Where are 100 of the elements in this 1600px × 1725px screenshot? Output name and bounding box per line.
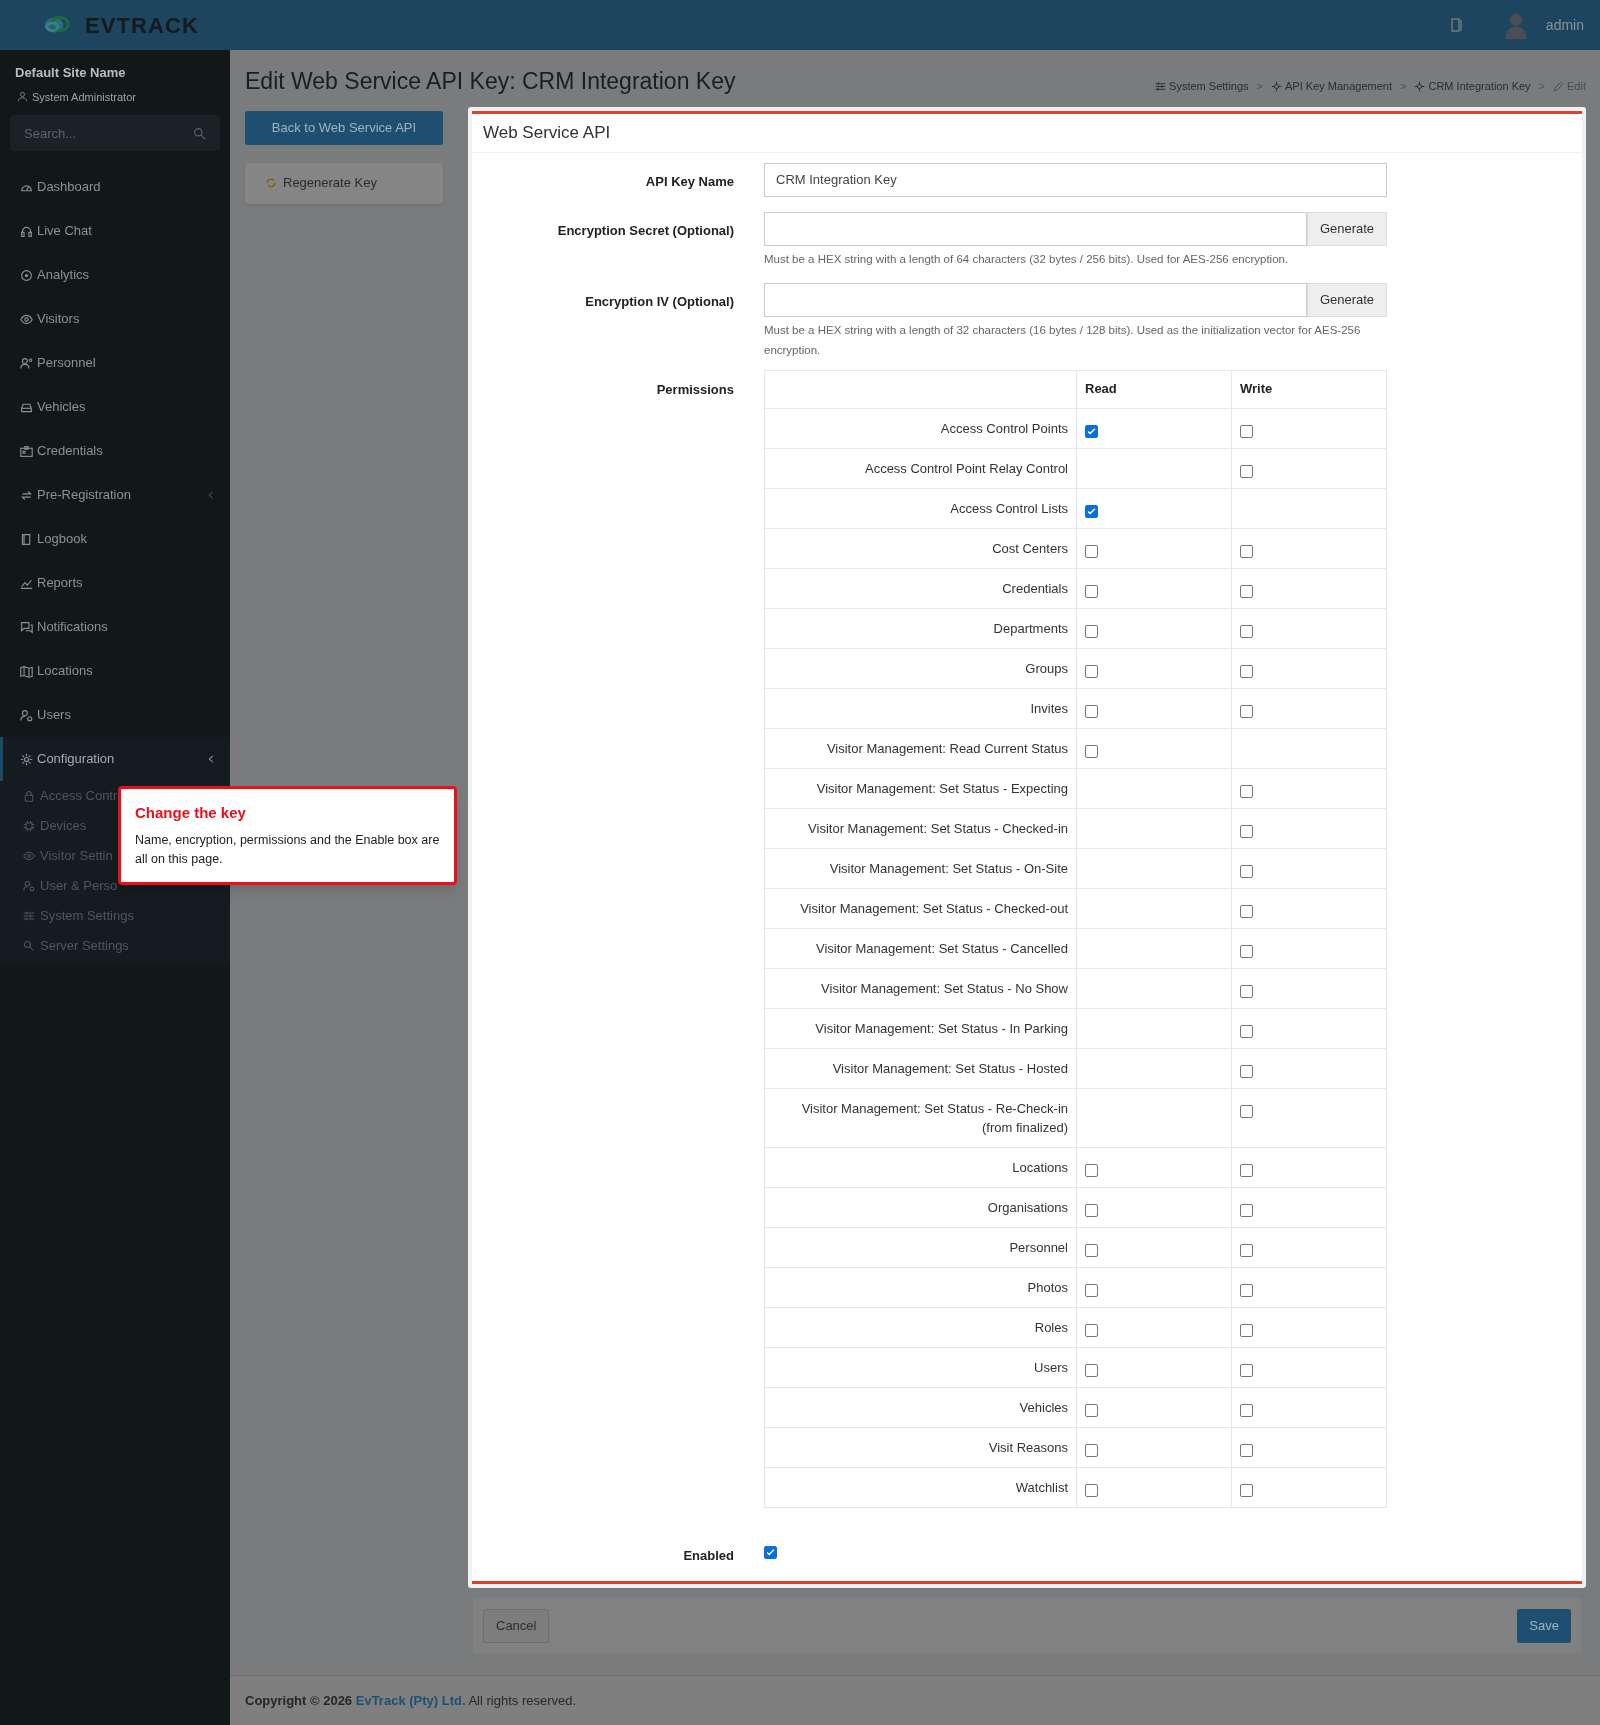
- nav-item[interactable]: Vehicles: [0, 385, 230, 429]
- map-icon: [20, 664, 33, 678]
- field-label: Encryption Secret (Optional): [556, 221, 734, 240]
- checkbox[interactable]: [1085, 1243, 1098, 1257]
- checkbox[interactable]: [1240, 1203, 1253, 1217]
- permission-name: Departments: [764, 608, 1077, 648]
- checkbox[interactable]: [1085, 624, 1098, 638]
- input-field[interactable]: [764, 211, 1307, 246]
- nav-item[interactable]: Personnel: [0, 341, 230, 385]
- back-button[interactable]: Back to Web Service API: [245, 110, 443, 145]
- checkbox[interactable]: [1240, 1163, 1253, 1177]
- nav-item[interactable]: Pre-Registration: [0, 473, 230, 517]
- generate-button[interactable]: Generate: [1307, 211, 1387, 246]
- checkbox[interactable]: [1240, 944, 1253, 958]
- copyright-text: Copyright © 2026 EvTrack (Pty) Ltd. All rights reserved.: [245, 1691, 577, 1710]
- chat-icon: [20, 620, 33, 634]
- permission-name: Access Control Lists: [764, 488, 1077, 528]
- checkbox[interactable]: [1240, 1403, 1253, 1417]
- checkbox[interactable]: [1085, 1163, 1098, 1177]
- nav-item[interactable]: Configuration: [0, 737, 230, 781]
- user-icon: [17, 91, 28, 103]
- user-role: System Administrator: [32, 89, 136, 105]
- checkbox[interactable]: [1240, 1283, 1253, 1297]
- input-field[interactable]: [764, 282, 1307, 317]
- nav-item[interactable]: Visitors: [0, 297, 230, 341]
- nav-item[interactable]: Dashboard: [0, 165, 230, 209]
- checkbox[interactable]: [1240, 424, 1253, 438]
- checkbox[interactable]: [1085, 424, 1098, 438]
- eye-icon: [23, 850, 35, 862]
- breadcrumb-link[interactable]: API Key Management: [1271, 78, 1393, 95]
- regenerate-key-button[interactable]: Regenerate Key: [245, 162, 443, 204]
- breadcrumb-link[interactable]: System Settings: [1155, 78, 1249, 95]
- permission-name: Visitor Management: Set Status - Expecting: [764, 768, 1077, 808]
- checkbox[interactable]: [1085, 1283, 1098, 1297]
- breadcrumb-separator: >: [1400, 79, 1407, 94]
- permission-name: Roles: [764, 1307, 1077, 1347]
- checkbox[interactable]: [1240, 1024, 1253, 1038]
- permission-name: Vehicles: [764, 1387, 1077, 1427]
- breadcrumb-link[interactable]: CRM Integration Key: [1414, 78, 1531, 95]
- permission-name: Watchlist: [764, 1467, 1077, 1507]
- checkbox[interactable]: [1085, 1483, 1098, 1497]
- checkbox[interactable]: [1240, 1104, 1253, 1118]
- checkbox[interactable]: [1085, 584, 1098, 598]
- field-label: Encryption IV (Optional): [584, 292, 734, 311]
- save-button[interactable]: Save: [1517, 1608, 1571, 1643]
- nav-item[interactable]: Live Chat: [0, 209, 230, 253]
- breadcrumb-separator: >: [1256, 79, 1264, 94]
- checkbox[interactable]: [1240, 704, 1253, 718]
- checkbox[interactable]: [1240, 664, 1253, 678]
- permission-name: Visit Reasons: [764, 1427, 1077, 1467]
- column-header: Read: [1076, 370, 1232, 408]
- nav-item[interactable]: Users: [0, 693, 230, 737]
- cancel-button[interactable]: Cancel: [483, 1608, 550, 1643]
- checkbox[interactable]: [1240, 1443, 1253, 1457]
- checkbox[interactable]: [1240, 1323, 1253, 1337]
- crosshair-icon: [1414, 80, 1426, 92]
- checkbox[interactable]: [1240, 824, 1253, 838]
- search-field[interactable]: Search...: [10, 115, 220, 151]
- checkbox[interactable]: [1240, 984, 1253, 998]
- headset-icon: [20, 224, 33, 238]
- checkbox[interactable]: [1240, 1363, 1253, 1377]
- checkbox[interactable]: [1085, 704, 1098, 718]
- nav-item[interactable]: Credentials: [0, 429, 230, 473]
- nav-item[interactable]: Notifications: [0, 605, 230, 649]
- checkbox[interactable]: [1085, 664, 1098, 678]
- checkbox[interactable]: [1085, 1323, 1098, 1337]
- checkbox[interactable]: [1240, 904, 1253, 918]
- permission-name: Visitor Management: Set Status - Cancelled: [764, 928, 1077, 968]
- checkbox[interactable]: [1240, 584, 1253, 598]
- checkbox[interactable]: [1240, 864, 1253, 878]
- checkbox[interactable]: [1085, 1443, 1098, 1457]
- checkbox[interactable]: [1240, 1064, 1253, 1078]
- checkbox[interactable]: [764, 1545, 777, 1559]
- checkbox[interactable]: [1240, 784, 1253, 798]
- nav-item[interactable]: Reports: [0, 561, 230, 605]
- input-field[interactable]: CRM Integration Key: [764, 162, 1387, 197]
- user-name[interactable]: admin: [1545, 14, 1584, 36]
- checkbox[interactable]: [1085, 1403, 1098, 1417]
- search-icon: [193, 127, 206, 140]
- site-name: Default Site Name: [14, 64, 127, 82]
- generate-button[interactable]: Generate: [1307, 282, 1387, 317]
- checkbox[interactable]: [1085, 1363, 1098, 1377]
- permission-name: Access Control Point Relay Control: [764, 448, 1077, 488]
- help-text: Must be a HEX string with a length of 64 characters (32 bytes / 256 bits). Used for AES-256 encryption.: [764, 251, 1290, 267]
- checkbox[interactable]: [1240, 624, 1253, 638]
- checkbox[interactable]: [1240, 464, 1253, 478]
- checkbox[interactable]: [1085, 1203, 1098, 1217]
- checkbox[interactable]: [1240, 544, 1253, 558]
- checkbox[interactable]: [1085, 744, 1098, 758]
- check-icon: [1086, 425, 1097, 437]
- check-icon: [1086, 505, 1097, 517]
- checkbox[interactable]: [1240, 1483, 1253, 1497]
- checkbox[interactable]: [1240, 1243, 1253, 1257]
- permission-name: Personnel: [764, 1227, 1077, 1267]
- nav-item[interactable]: Logbook: [0, 517, 230, 561]
- checkbox[interactable]: [1085, 544, 1098, 558]
- nav-item[interactable]: Analytics: [0, 253, 230, 297]
- checkbox[interactable]: [1085, 504, 1098, 518]
- field-label: API Key Name: [644, 172, 734, 191]
- nav-item[interactable]: Locations: [0, 649, 230, 693]
